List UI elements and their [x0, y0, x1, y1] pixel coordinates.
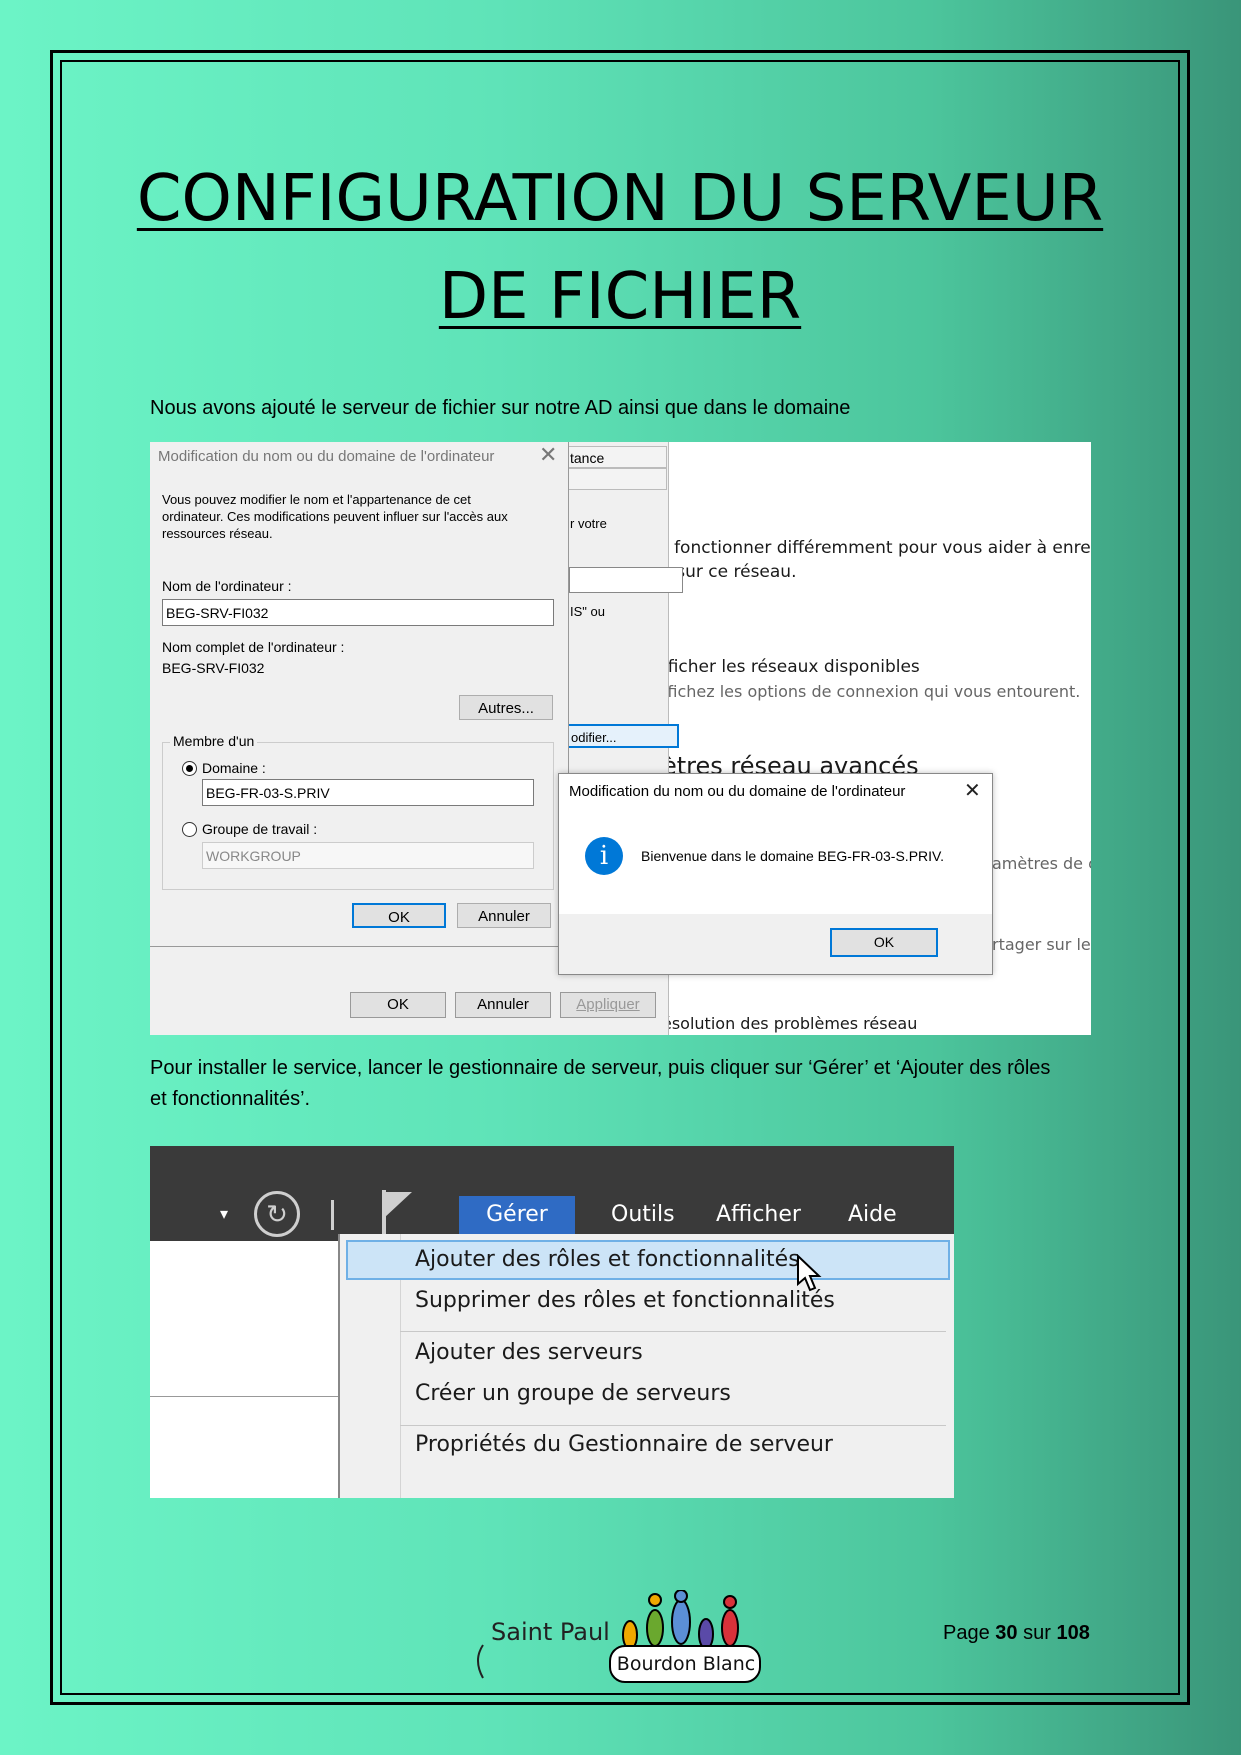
full-name-label: Nom complet de l'ordinateur : [162, 639, 345, 655]
tab-blank[interactable] [565, 468, 667, 490]
rename-description: Vous pouvez modifier le nom et l'apparte… [162, 492, 508, 541]
menu-item-remove-roles[interactable]: Supprimer des rôles et fonctionnalités [415, 1288, 835, 1313]
member-of-label: Membre d'un [170, 733, 258, 749]
flag-icon[interactable] [378, 1188, 418, 1238]
page-current: 30 [995, 1622, 1018, 1644]
more-button[interactable]: Autres... [459, 695, 553, 720]
bg-fragment: IS" ou [570, 604, 605, 619]
rename-dialog-title: Modification du nom ou du domaine de l'o… [158, 448, 495, 465]
menu-item-add-servers[interactable]: Ajouter des serveurs [415, 1340, 643, 1365]
menu-item-add-roles[interactable]: Ajouter des rôles et fonctionnalités [415, 1247, 800, 1272]
logo-figures [622, 1589, 739, 1650]
page-title: CONFIGURATION DU SERVEUR DE FICHIER [60, 150, 1180, 346]
rename-dialog: Modification du nom ou du domaine de l'o… [150, 442, 569, 947]
settings-line: amètres de co [992, 854, 1091, 873]
settings-line: fficher les réseaux disponibles [662, 657, 920, 677]
settings-line: rtager sur les [992, 935, 1091, 954]
domain-input[interactable]: BEG-FR-03-S.PRIV [202, 779, 534, 806]
server-manager-toolbar: ▾ ↻ Gérer Outils Afficher Aide [150, 1146, 954, 1241]
manage-dropdown: Ajouter des rôles et fonctionnalités Sup… [338, 1234, 954, 1498]
ok-button[interactable]: OK [352, 903, 446, 928]
menu-item-create-group[interactable]: Créer un groupe de serveurs [415, 1381, 731, 1406]
page-total: 108 [1056, 1622, 1090, 1644]
cancel-button[interactable]: Annuler [457, 903, 551, 928]
computer-name-input[interactable]: BEG-SRV-FI032 [162, 599, 554, 626]
welcome-ok-button[interactable]: OK [830, 928, 938, 957]
computer-name-label: Nom de l'ordinateur : [162, 578, 292, 594]
workgroup-label: Groupe de travail : [202, 821, 318, 837]
title-line-1: CONFIGURATION DU SERVEUR [136, 162, 1104, 236]
school-logo: Saint Paul Bourdon Blanc [475, 1589, 775, 1705]
logo-text-bourdon-blanc: Bourdon Blanc [616, 1653, 756, 1675]
welcome-dialog-footer: OK [559, 914, 992, 974]
dropdown-arrow-icon[interactable]: ▾ [220, 1196, 228, 1234]
settings-line: ésolution des problèmes réseau [662, 1014, 918, 1033]
menu-item-properties[interactable]: Propriétés du Gestionnaire de serveur [415, 1432, 833, 1457]
settings-line: ffichez les options de connexion qui vou… [662, 682, 1081, 701]
bg-input[interactable] [569, 567, 683, 593]
domain-radio[interactable] [182, 761, 197, 776]
info-icon: i [585, 837, 623, 875]
refresh-icon[interactable]: ↻ [254, 1191, 300, 1237]
page-prefix: Page [943, 1622, 990, 1644]
bg-apply-button[interactable]: Appliquer [560, 992, 656, 1018]
settings-line: t fonctionner différemment pour vous aid… [662, 538, 1091, 558]
welcome-dialog: Modification du nom ou du domaine de l'o… [558, 773, 993, 975]
menu-manage[interactable]: Gérer [459, 1196, 575, 1234]
bg-cancel-button[interactable]: Annuler [455, 992, 551, 1018]
install-paragraph: Pour installer le service, lancer le ges… [150, 1057, 1051, 1110]
logo-text-saint-paul: Saint Paul [491, 1618, 610, 1646]
close-icon[interactable]: ✕ [539, 442, 557, 468]
bg-fragment: r votre [570, 516, 607, 531]
change-button[interactable]: odifier... [565, 724, 679, 748]
full-name-value: BEG-SRV-FI032 [162, 660, 265, 676]
menu-tools[interactable]: Outils [611, 1196, 675, 1234]
intro-paragraph: Nous avons ajouté le serveur de fichier … [150, 397, 851, 419]
bg-ok-button[interactable]: OK [350, 992, 446, 1018]
page-number: Page 30 sur 108 [943, 1622, 1090, 1645]
tab-remote[interactable]: tance [565, 446, 667, 468]
welcome-dialog-title: Modification du nom ou du domaine de l'o… [569, 783, 906, 800]
workgroup-input[interactable]: WORKGROUP [202, 842, 534, 869]
menu-view[interactable]: Afficher [716, 1196, 801, 1234]
left-pane-divider [150, 1396, 338, 1397]
toolbar-divider [331, 1200, 334, 1230]
menu-help[interactable]: Aide [848, 1196, 897, 1234]
welcome-message: Bienvenue dans le domaine BEG-FR-03-S.PR… [641, 848, 944, 864]
server-manager-screenshot: ▾ ↻ Gérer Outils Afficher Aide Ajouter d… [150, 1146, 954, 1498]
domain-label: Domaine : [202, 760, 266, 776]
domain-join-screenshot: t fonctionner différemment pour vous aid… [150, 442, 1091, 1035]
page-sep: sur [1023, 1622, 1051, 1644]
title-line-2: DE FICHIER [438, 260, 802, 334]
workgroup-radio[interactable] [182, 822, 197, 837]
close-icon[interactable]: ✕ [964, 778, 981, 803]
